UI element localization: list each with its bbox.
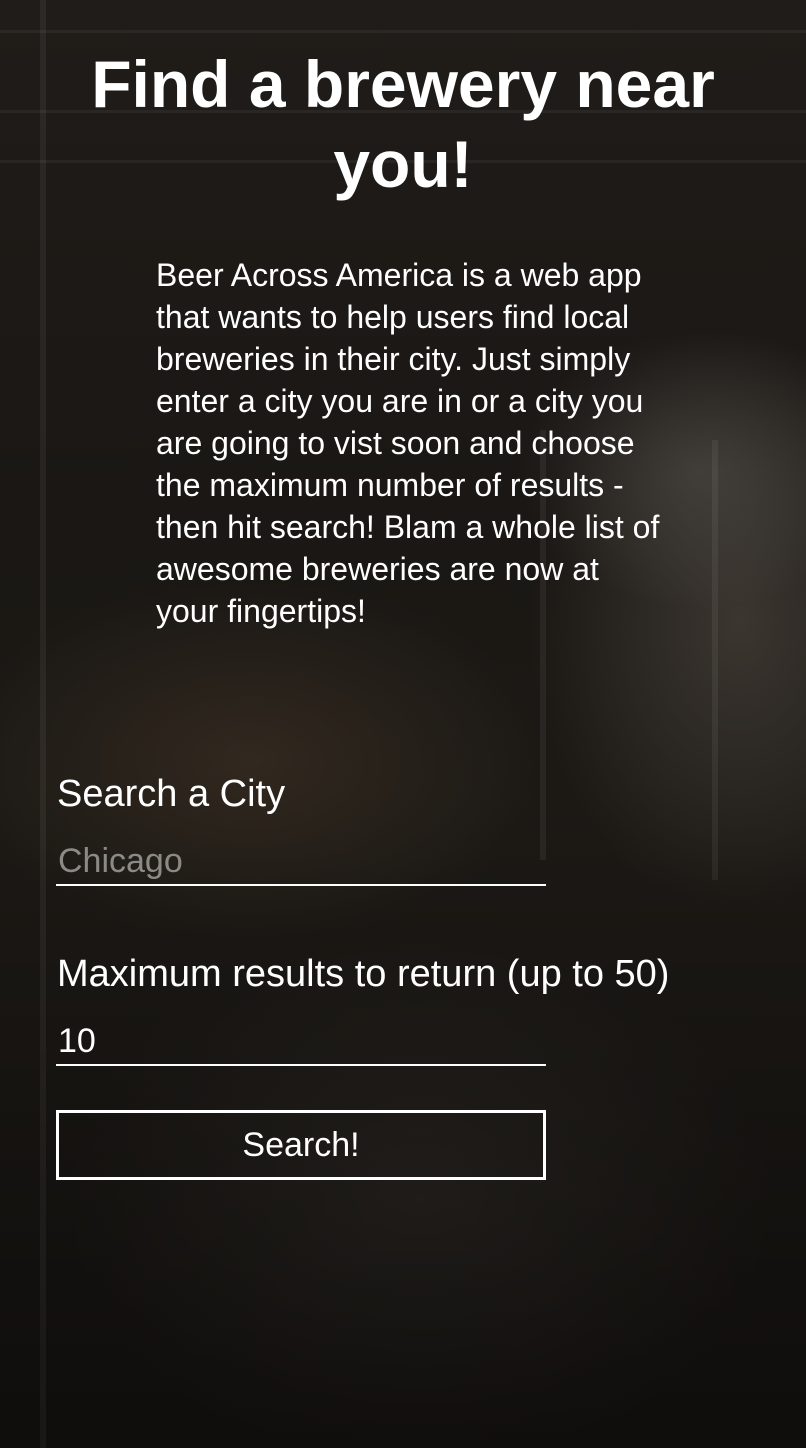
page-title: Find a brewery near you! [91,47,715,201]
max-results-input[interactable] [56,1018,546,1066]
page-content: Find a brewery near you! Beer Across Ame… [0,0,806,1448]
city-label: Search a City [57,773,286,815]
app-description: Beer Across America is a web app that wa… [156,257,660,629]
city-search-input[interactable] [56,838,546,886]
search-button[interactable]: Search! [56,1110,546,1180]
max-results-label: Maximum results to return (up to 50) [57,953,670,995]
